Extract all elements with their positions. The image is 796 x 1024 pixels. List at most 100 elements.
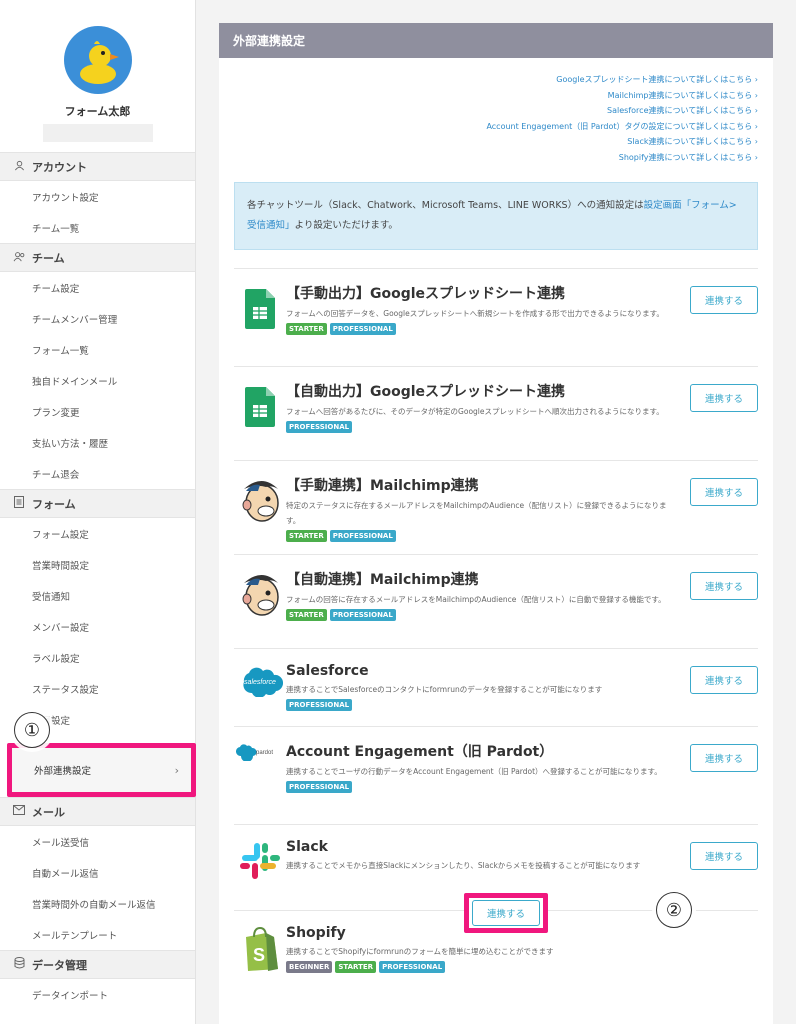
connect-button[interactable]: 連携する — [690, 572, 758, 600]
sidebar-item[interactable]: 営業時間設定 — [0, 549, 195, 580]
sidebar-item[interactable]: チーム設定 — [0, 272, 195, 303]
integration-name: 【自動出力】Googleスプレッドシート連携 — [286, 384, 566, 400]
help-link[interactable]: Mailchimp連携について詳しくはこちら › — [234, 88, 758, 104]
sidebar-item[interactable]: データインポート — [0, 979, 195, 1010]
connect-button[interactable]: 連携する — [690, 384, 758, 412]
user-icon — [12, 160, 26, 174]
help-link-text: Googleスプレッドシート連携について詳しくはこちら — [556, 75, 753, 84]
plan-badge: PROFESSIONAL — [286, 781, 353, 793]
integration-list: 【手動出力】Googleスプレッドシート連携 フォームへの回答データを、Googl… — [234, 268, 758, 993]
integration-row: 【自動連携】Mailchimp連携フォームの回答に存在するメールアドレスをMai… — [234, 555, 758, 649]
chevron-right-icon: › — [752, 137, 758, 146]
integration-desc: 特定のステータスに存在するメールアドレスをMailchimpのAudience（… — [286, 501, 667, 525]
shopify-connect-button[interactable]: 連携する — [472, 900, 540, 926]
plan-badges: STARTER PROFESSIONAL — [286, 530, 678, 542]
integration-desc: 連携することでメモから直接Slackにメンションしたり、Slackからメモを投稿… — [286, 861, 641, 870]
sidebar-item[interactable]: メンバー設定 — [0, 611, 195, 642]
plan-badge: BEGINNER — [286, 961, 333, 973]
mail-icon — [12, 805, 26, 818]
sidebar-item[interactable]: ステータス設定 — [0, 673, 195, 704]
sidebar-item[interactable]: 自動メール返信 — [0, 857, 195, 888]
help-link-text: Salesforce連携について詳しくはこちら — [607, 106, 753, 115]
page-title: 外部連携設定 — [219, 23, 773, 58]
help-link[interactable]: Salesforce連携について詳しくはこちら › — [234, 103, 758, 119]
sidebar-item-external-integration[interactable]: 外部連携設定 › — [7, 743, 196, 797]
sidebar-item[interactable]: 営業時間外の自動メール返信 — [0, 888, 195, 919]
connect-button[interactable]: 連携する — [690, 666, 758, 694]
integration-row: 【手動出力】Googleスプレッドシート連携 フォームへの回答データを、Googl… — [234, 269, 758, 367]
help-link[interactable]: Slack連携について詳しくはこちら › — [234, 134, 758, 150]
mailchimp-icon — [234, 475, 286, 554]
connect-button[interactable]: 連携する — [690, 478, 758, 506]
integration-row: pardot Account Engagement（旧 Pardot） 連携すること… — [234, 727, 758, 825]
info-box: 各チャットツール（Slack、Chatwork、Microsoft Teams、… — [234, 182, 758, 250]
shopify-connect-highlight: 連携する — [464, 893, 548, 933]
integration-desc: 連携することでShopifyにformrunのフォームを簡単に埋め込むことができ… — [286, 947, 554, 956]
info-text: 各チャットツール（Slack、Chatwork、Microsoft Teams、… — [247, 200, 644, 211]
database-icon — [12, 957, 26, 972]
sidebar-section-1: チーム — [0, 243, 195, 272]
sidebar-item[interactable]: メール送受信 — [0, 826, 195, 857]
sidebar-item[interactable]: 受信通知 — [0, 580, 195, 611]
svg-text:pardot: pardot — [256, 750, 273, 756]
help-link[interactable]: Shopify連携について詳しくはこちら › — [234, 150, 758, 166]
chevron-right-icon: › — [752, 106, 758, 115]
integration-name: Slack — [286, 839, 328, 855]
integration-body: 【自動連携】Mailchimp連携フォームの回答に存在するメールアドレスをMai… — [286, 569, 758, 648]
settings-panel: Googleスプレッドシート連携について詳しくはこちら › Mailchimp連携… — [219, 58, 773, 1024]
connect-button[interactable]: 連携する — [690, 286, 758, 314]
sidebar-item[interactable]: チーム退会 — [0, 458, 195, 489]
shopify-icon: S — [234, 925, 286, 993]
sidebar-item[interactable]: フォーム設定 — [0, 518, 195, 549]
integration-row: 【自動出力】Googleスプレッドシート連携フォームへ回答があるたびに、そのデー… — [234, 367, 758, 461]
connect-button[interactable]: 連携する — [690, 744, 758, 772]
sidebar-item[interactable]: チームメンバー管理 — [0, 303, 195, 334]
team-icon — [12, 251, 26, 265]
help-link-text: Shopify連携について詳しくはこちら — [618, 152, 753, 162]
plan-badge: PROFESSIONAL — [286, 699, 353, 711]
plan-badge: PROFESSIONAL — [329, 609, 396, 621]
plan-badge: PROFESSIONAL — [286, 421, 353, 433]
chevron-right-icon: › — [752, 75, 758, 84]
sidebar-item[interactable]: 独自ドメインメール — [0, 365, 195, 396]
help-link[interactable]: Account Engagement（旧 Pardot）タグの設定について詳しく… — [234, 119, 758, 135]
avatar[interactable] — [63, 26, 132, 94]
sidebar-item[interactable]: メールテンプレート — [0, 919, 195, 950]
pardot-icon: pardot — [234, 741, 286, 824]
mailchimp-icon — [234, 569, 286, 648]
plan-badges: PROFESSIONAL — [286, 699, 678, 711]
sidebar-item[interactable]: チーム一覧 — [0, 212, 195, 243]
profile: フォーム太郎 — [0, 0, 195, 152]
sidebar-section-title: メール — [32, 805, 65, 819]
plan-badge: STARTER — [335, 961, 377, 973]
user-email-masked — [42, 124, 153, 142]
plan-badge: STARTER — [286, 609, 327, 621]
connect-button[interactable]: 連携する — [690, 842, 758, 870]
sidebar-section-title: アカウント — [32, 160, 87, 174]
google-sheets-icon — [234, 283, 286, 366]
plan-badges: PROFESSIONAL — [286, 421, 678, 433]
integration-body: 【手動連携】Mailchimp連携特定のステータスに存在するメールアドレスをMa… — [286, 475, 758, 554]
sidebar-section-0: アカウント — [0, 152, 195, 181]
help-link[interactable]: Googleスプレッドシート連携について詳しくはこちら › — [234, 72, 758, 88]
sidebar-item[interactable]: ラベル設定 — [0, 642, 195, 673]
integration-name: 【手動連携】Mailchimp連携 — [286, 478, 479, 494]
sidebar-section-4: データ管理 — [0, 950, 195, 979]
sidebar-item[interactable]: アカウント設定 — [0, 181, 195, 212]
plan-badge: PROFESSIONAL — [379, 961, 446, 973]
chevron-right-icon: › — [174, 763, 179, 777]
plan-badges: STARTER PROFESSIONAL — [286, 323, 678, 335]
plan-badge: STARTER — [286, 323, 327, 335]
integration-desc: フォームへ回答があるたびに、そのデータが特定のGoogleスプレッドシートへ順次… — [286, 407, 664, 416]
help-links: Googleスプレッドシート連携について詳しくはこちら › Mailchimp連携… — [234, 72, 758, 165]
slack-icon — [234, 839, 286, 910]
plan-badge: PROFESSIONAL — [329, 323, 396, 335]
integration-desc: フォームへの回答データを、Googleスプレッドシートへ新規シートを作成する形で… — [286, 309, 664, 318]
sidebar-item[interactable]: フォーム一覧 — [0, 334, 195, 365]
integration-name: 【自動連携】Mailchimp連携 — [286, 572, 479, 588]
integration-body: 【手動出力】Googleスプレッドシート連携 フォームへの回答データを、Googl… — [286, 283, 758, 366]
sidebar-item[interactable]: プラン変更 — [0, 396, 195, 427]
integration-desc: フォームの回答に存在するメールアドレスをMailchimpのAudience（配… — [286, 595, 666, 604]
sidebar-item[interactable]: 支払い方法・履歴 — [0, 427, 195, 458]
integration-row: salesforce Salesforce 連携することでSalesforceのコン… — [234, 649, 758, 727]
